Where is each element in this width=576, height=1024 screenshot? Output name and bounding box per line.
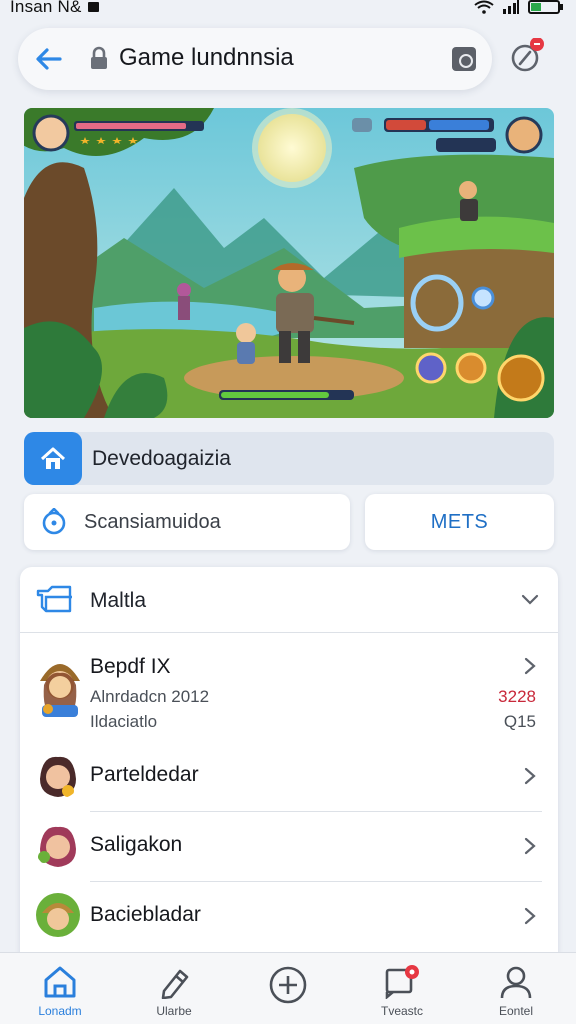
item-name: Saligakon	[90, 833, 183, 856]
home-icon	[44, 966, 76, 998]
nav-label: Ularbe	[156, 1004, 192, 1018]
nav-label: Eontel	[498, 1004, 534, 1018]
list-item[interactable]: Bepdf IX Alnrdadcn 2012 Ildaciatlo 3228 …	[20, 633, 558, 743]
battery-icon	[528, 0, 563, 14]
chevron-right-icon	[524, 907, 536, 925]
bottom-nav: Lonadm Ularbe Tveastc Eontel	[0, 952, 576, 1024]
game-scene-illustration	[24, 108, 554, 418]
list-item[interactable]: Saligakon	[20, 813, 558, 883]
nav-label: Lonadm	[38, 1004, 82, 1018]
chevron-right-icon	[524, 767, 536, 785]
nav-edit[interactable]: Ularbe	[134, 963, 214, 1021]
status-square-icon	[87, 2, 99, 12]
search-input[interactable]	[84, 508, 334, 536]
section-bar[interactable]: Devedoagaizia	[24, 432, 554, 485]
avatar	[34, 651, 86, 717]
avatar	[34, 751, 82, 799]
address-bar[interactable]: Game lundnnsia	[18, 28, 492, 90]
chevron-right-icon	[524, 837, 536, 855]
search-icon	[42, 508, 66, 535]
avatar	[34, 821, 82, 869]
avatar	[34, 891, 82, 939]
plus-circle-icon	[269, 966, 307, 1004]
section-label: Devedoagaizia	[92, 447, 231, 470]
message-icon	[385, 965, 419, 999]
status-carrier-text: Insan N&	[10, 0, 82, 16]
status-bar: Insan N&	[0, 0, 576, 18]
chevron-right-icon	[524, 657, 536, 675]
divider	[90, 881, 542, 882]
divider	[90, 811, 542, 812]
status-icons	[474, 0, 564, 14]
game-banner-image[interactable]	[24, 108, 554, 418]
item-name: Baciebladar	[90, 903, 201, 926]
list-header[interactable]: Maltla	[20, 567, 558, 633]
status-carrier: Insan N&	[10, 0, 99, 17]
item-subtitle: Alnrdadcn 2012	[90, 687, 210, 706]
list-title: Maltla	[90, 589, 147, 612]
item-name: Parteldedar	[90, 763, 199, 786]
nav-create[interactable]	[248, 963, 328, 1021]
profile-icon	[500, 966, 532, 999]
nav-label: Tveastc	[380, 1004, 423, 1018]
nav-messages[interactable]: Tveastc	[362, 963, 442, 1021]
search-box[interactable]	[24, 494, 350, 550]
list-card: Maltla Bepdf IX Alnrdadcn 2012 Ildaciatl…	[20, 567, 558, 957]
home-icon	[40, 447, 66, 469]
pencil-icon	[161, 969, 189, 999]
wifi-icon	[474, 0, 494, 14]
lock-icon	[91, 46, 107, 69]
item-detail: Ildaciatlo	[90, 712, 158, 731]
back-arrow-icon[interactable]	[32, 43, 64, 75]
list-item[interactable]: Baciebladar	[20, 883, 558, 953]
folder-icon	[36, 585, 72, 613]
page-title: Game lundnnsia	[119, 44, 294, 71]
item-value-secondary: Q15	[503, 712, 536, 731]
camera-icon[interactable]	[452, 47, 476, 71]
signal-icon	[503, 0, 519, 14]
notification-icon[interactable]	[508, 38, 546, 76]
mets-button[interactable]: METS	[365, 494, 554, 550]
home-button[interactable]	[24, 432, 82, 485]
nav-home[interactable]: Lonadm	[20, 963, 100, 1021]
nav-profile[interactable]: Eontel	[476, 963, 556, 1021]
chevron-down-icon[interactable]	[520, 589, 540, 609]
item-value-primary: 3228	[498, 687, 536, 706]
list-item[interactable]: Parteldedar	[20, 743, 558, 813]
item-name: Bepdf IX	[90, 655, 171, 678]
